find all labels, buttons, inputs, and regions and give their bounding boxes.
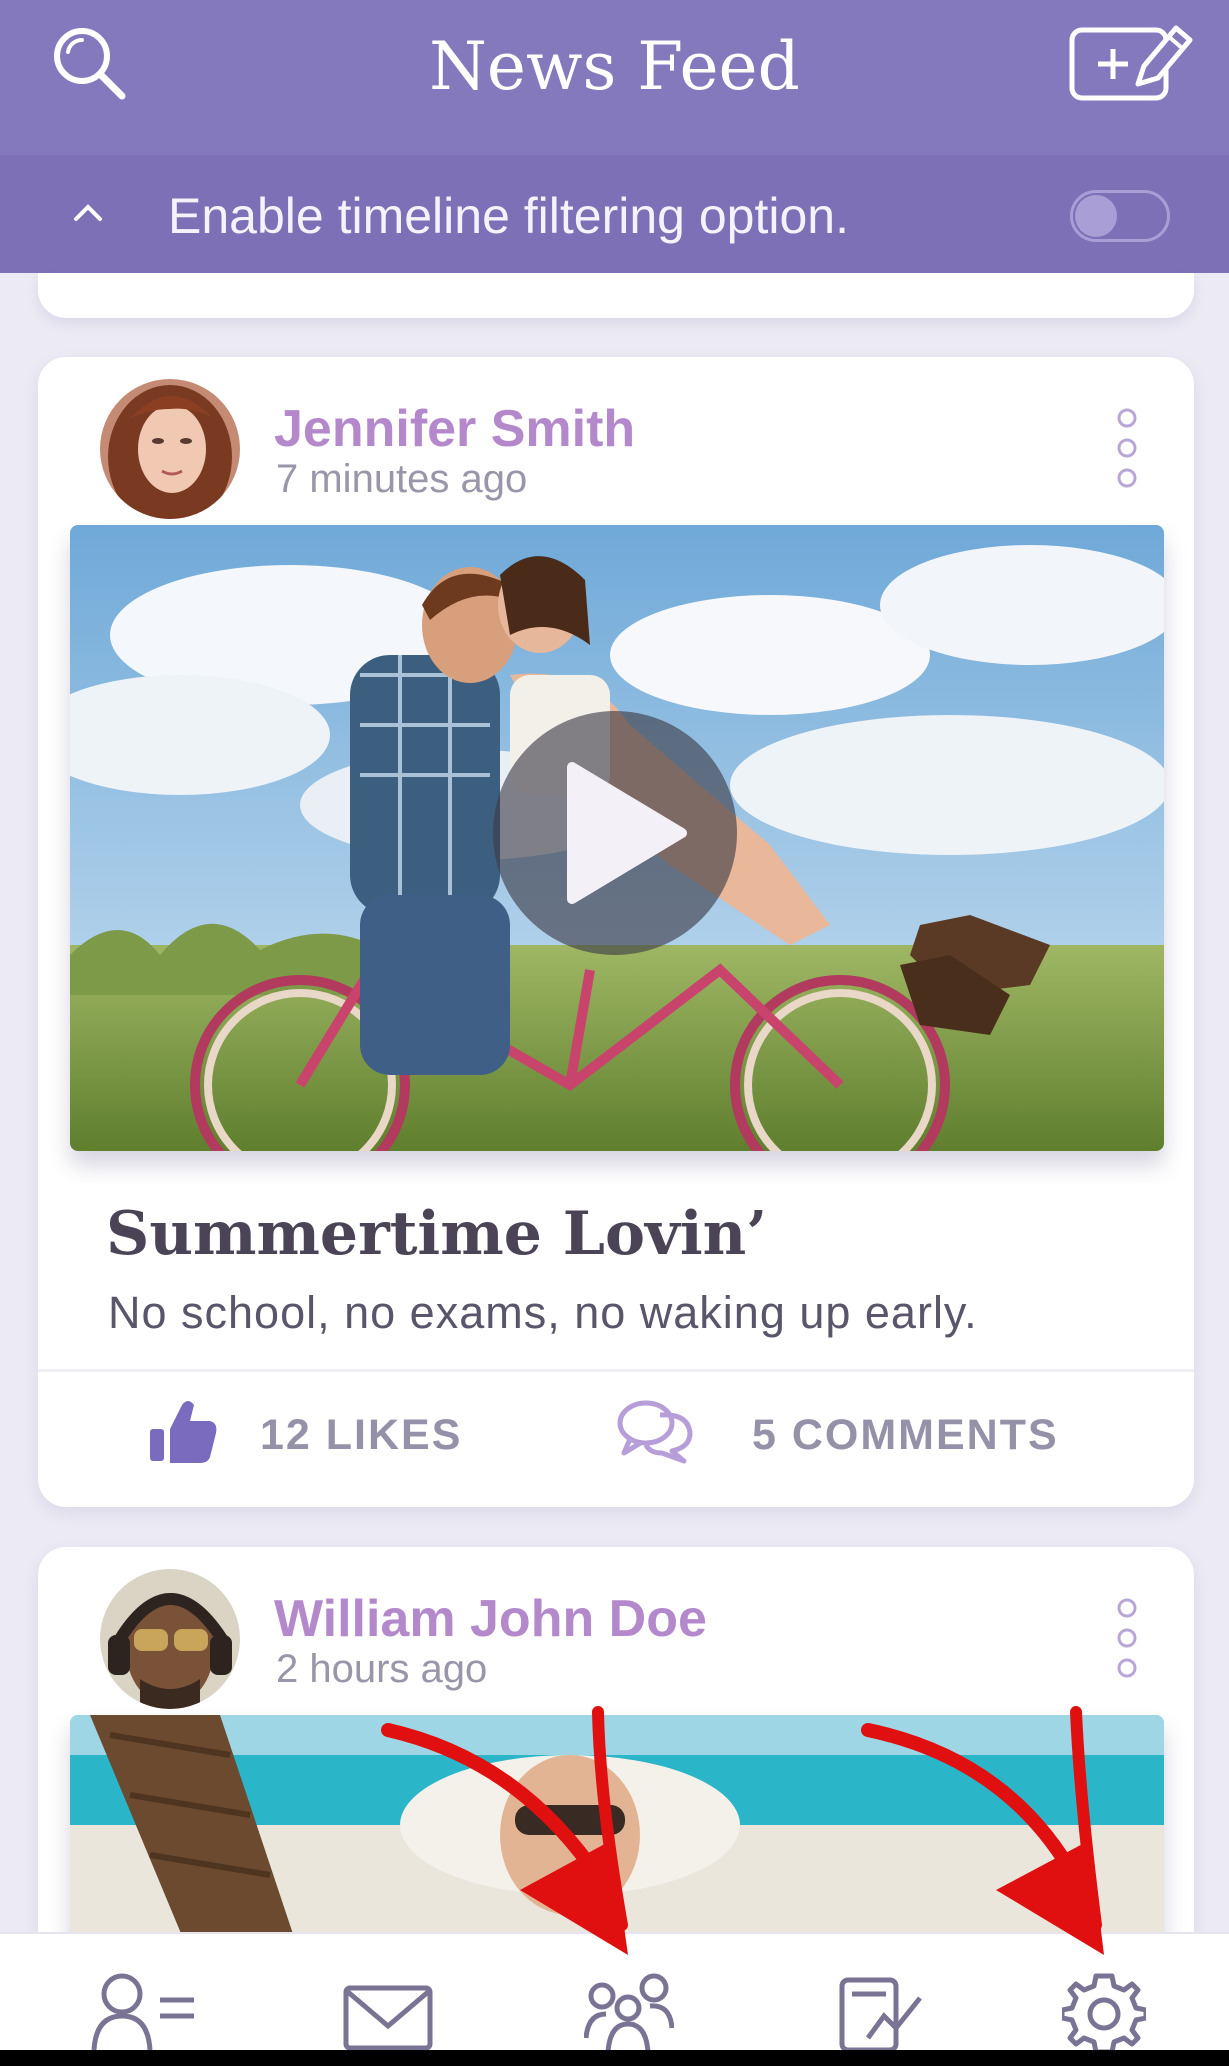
more-options-icon[interactable]: [1114, 1595, 1140, 1686]
profile-icon[interactable]: [90, 1972, 200, 2057]
page-title: News Feed: [429, 28, 800, 105]
likes-count[interactable]: 12 LIKES: [260, 1411, 462, 1460]
app-header: News Feed: [0, 0, 1229, 155]
post-time: 7 minutes ago: [276, 457, 528, 501]
post-title: Summertime Lovin’: [106, 1199, 768, 1269]
avatar[interactable]: [100, 379, 240, 519]
avatar[interactable]: [100, 1569, 240, 1709]
thumbs-up-icon[interactable]: [148, 1395, 220, 1472]
post-card: William John Doe 2 hours ago: [38, 1547, 1194, 1987]
filter-toggle[interactable]: [1070, 190, 1170, 242]
screen-edge: [0, 2050, 1229, 2066]
chevron-up-icon[interactable]: [70, 197, 106, 232]
post-video[interactable]: [70, 525, 1164, 1151]
mail-icon[interactable]: [342, 1972, 434, 2057]
post-time: 2 hours ago: [276, 1647, 488, 1691]
post-photo[interactable]: [70, 1715, 1164, 1955]
divider: [38, 1369, 1194, 1372]
toggle-knob: [1075, 195, 1117, 237]
post-author[interactable]: William John Doe: [274, 1589, 707, 1649]
post-body: No school, no exams, no waking up early.: [108, 1287, 978, 1338]
filter-option-label: Enable timeline filtering option.: [168, 188, 849, 244]
post-card: Jennifer Smith 7 minutes ago Summertime …: [38, 357, 1194, 1507]
post-author[interactable]: Jennifer Smith: [274, 399, 635, 459]
friends-icon[interactable]: [583, 1972, 675, 2057]
settings-icon[interactable]: [1059, 1972, 1149, 2061]
comments-count[interactable]: 5 COMMENTS: [752, 1411, 1059, 1460]
bottom-tab-bar: [0, 1932, 1229, 2066]
more-options-icon[interactable]: [1114, 405, 1140, 496]
comments-icon[interactable]: [616, 1395, 696, 1472]
timeline-filter-bar: Enable timeline filtering option.: [0, 155, 1229, 273]
compose-icon[interactable]: [1068, 22, 1196, 109]
previous-post-card: [38, 273, 1194, 318]
activity-icon[interactable]: [838, 1972, 924, 2057]
